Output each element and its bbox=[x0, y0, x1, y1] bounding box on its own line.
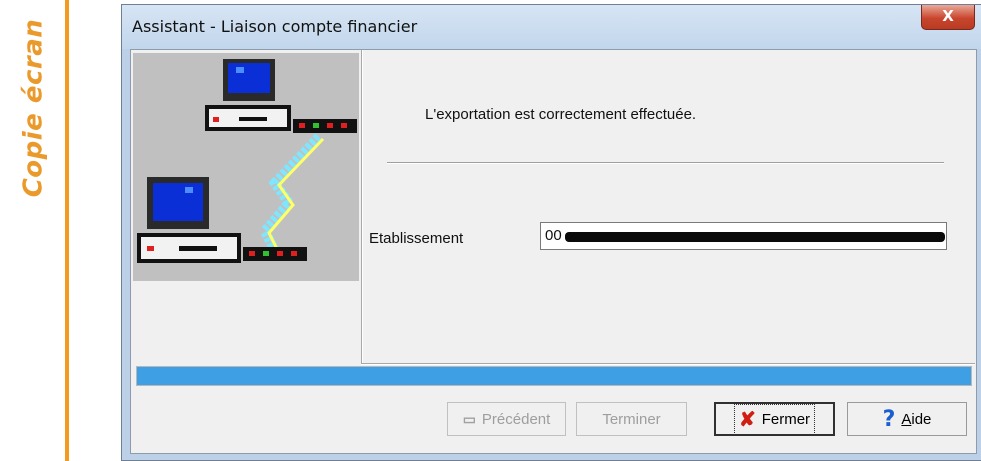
redaction-mark bbox=[565, 232, 945, 242]
close-icon: X bbox=[942, 7, 954, 25]
two-computers-icon bbox=[137, 59, 357, 263]
side-label-text: Copie écran bbox=[18, 18, 49, 198]
close-button-label: Fermer bbox=[761, 410, 811, 428]
finish-button-label: Terminer bbox=[602, 410, 661, 428]
help-label-rest: ide bbox=[911, 410, 932, 428]
progress-fill bbox=[137, 367, 971, 385]
question-mark-icon: ? bbox=[882, 406, 896, 432]
window-title: Assistant - Liaison compte financier bbox=[132, 17, 418, 36]
previous-button[interactable]: ▭ Précédent bbox=[447, 402, 566, 436]
help-button-label: Aide bbox=[901, 411, 931, 428]
help-button[interactable]: ? Aide bbox=[847, 402, 967, 436]
progress-bar bbox=[136, 366, 972, 386]
help-mnemonic: A bbox=[901, 410, 912, 428]
close-button[interactable]: ✘ Fermer bbox=[714, 402, 835, 436]
title-bar[interactable]: Assistant - Liaison compte financier X bbox=[122, 5, 981, 49]
window-close-button[interactable]: X bbox=[921, 5, 975, 30]
page-icon: ▭ bbox=[462, 410, 476, 427]
close-button-focus: ✘ Fermer bbox=[733, 403, 816, 435]
etablissement-value: 00 bbox=[545, 227, 562, 244]
side-label: Copie écran bbox=[8, 8, 58, 208]
wizard-illustration bbox=[133, 53, 359, 281]
panel-divider-horizontal bbox=[361, 363, 975, 365]
dialog-client-area: L'exportation est correctement effectuée… bbox=[130, 49, 977, 454]
status-message: L'exportation est correctement effectuée… bbox=[425, 106, 697, 123]
orange-divider bbox=[65, 0, 69, 461]
red-x-icon: ✘ bbox=[738, 408, 756, 431]
panel-divider-vertical bbox=[361, 50, 363, 364]
previous-button-label: Précédent bbox=[481, 410, 551, 428]
dialog-window: Assistant - Liaison compte financier X L… bbox=[121, 4, 981, 461]
finish-button[interactable]: Terminer bbox=[576, 402, 687, 436]
separator-line bbox=[387, 162, 944, 164]
etablissement-field[interactable]: 00 bbox=[540, 222, 947, 250]
etablissement-label: Etablissement bbox=[369, 230, 464, 247]
